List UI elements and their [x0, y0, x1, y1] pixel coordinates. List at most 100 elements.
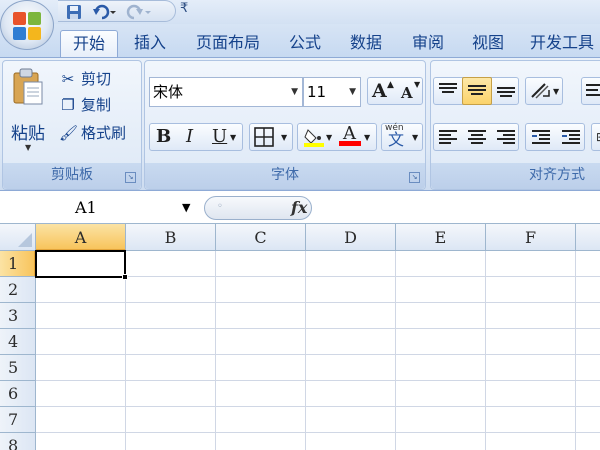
cell[interactable]	[216, 251, 306, 277]
align-right-button[interactable]	[492, 124, 520, 150]
cell[interactable]	[396, 355, 486, 381]
cell[interactable]	[306, 407, 396, 433]
increase-indent-button[interactable]	[556, 124, 586, 150]
cell[interactable]	[216, 381, 306, 407]
cell[interactable]	[36, 355, 126, 381]
column-header[interactable]: D	[306, 224, 396, 251]
cell[interactable]	[576, 329, 600, 355]
cell[interactable]	[126, 277, 216, 303]
cell[interactable]	[126, 251, 216, 277]
cell[interactable]	[36, 303, 126, 329]
column-header[interactable]: E	[396, 224, 486, 251]
cell[interactable]	[486, 277, 576, 303]
cell[interactable]	[486, 303, 576, 329]
align-left-button[interactable]	[434, 124, 462, 150]
cell[interactable]	[216, 303, 306, 329]
row-header[interactable]: 3	[0, 303, 36, 329]
cell[interactable]	[126, 381, 216, 407]
cell[interactable]	[216, 277, 306, 303]
customize-icon[interactable]: ₹	[180, 1, 188, 16]
cell[interactable]	[36, 433, 126, 450]
fill-handle[interactable]	[122, 274, 128, 280]
cell[interactable]	[36, 407, 126, 433]
decrease-indent-button[interactable]	[526, 124, 556, 150]
cell[interactable]	[126, 433, 216, 450]
bold-button[interactable]: B	[156, 124, 171, 150]
italic-button[interactable]: I	[186, 124, 193, 150]
cell[interactable]	[36, 329, 126, 355]
cell[interactable]	[306, 251, 396, 277]
row-header[interactable]: 6	[0, 381, 36, 407]
tab-insert[interactable]: 插入	[126, 30, 174, 58]
merge-center-button[interactable]: ⊟	[591, 123, 600, 151]
cell[interactable]	[126, 355, 216, 381]
copy-button[interactable]: ❐ 复制	[59, 93, 111, 117]
cell[interactable]	[576, 381, 600, 407]
cell[interactable]	[306, 329, 396, 355]
redo-icon[interactable]	[124, 2, 154, 21]
fill-color-button[interactable]	[302, 126, 326, 150]
orientation-button[interactable]: ▼	[525, 77, 563, 105]
wrap-text-button[interactable]	[581, 77, 600, 105]
chevron-down-icon[interactable]: ▼	[182, 201, 190, 214]
phonetic-guide-button[interactable]: wén 文 ▼	[381, 123, 423, 151]
column-header[interactable]: F	[486, 224, 576, 251]
cell[interactable]	[486, 251, 576, 277]
insert-function-button[interactable]: fx	[291, 198, 307, 217]
font-color-button[interactable]: A	[338, 123, 362, 150]
chevron-down-icon[interactable]: ▼	[291, 78, 298, 106]
cell[interactable]	[306, 433, 396, 450]
cell[interactable]	[36, 277, 126, 303]
dialog-launcher-icon[interactable]: ↘	[409, 172, 420, 183]
underline-button[interactable]: U	[212, 124, 227, 150]
cell[interactable]	[126, 329, 216, 355]
row-header[interactable]: 2	[0, 277, 36, 303]
cell[interactable]	[396, 407, 486, 433]
font-size-combo[interactable]: 11 ▼	[303, 77, 361, 107]
office-button[interactable]	[0, 0, 54, 50]
save-icon[interactable]	[64, 2, 84, 21]
cell[interactable]	[216, 355, 306, 381]
cell[interactable]	[36, 381, 126, 407]
cell[interactable]	[576, 303, 600, 329]
tab-view[interactable]: 视图	[462, 30, 514, 58]
cell[interactable]	[396, 381, 486, 407]
tab-developer[interactable]: 开发工具	[524, 30, 600, 58]
tab-home[interactable]: 开始	[60, 30, 118, 58]
cell[interactable]	[306, 303, 396, 329]
cell[interactable]	[486, 329, 576, 355]
fill-color-dropdown-icon[interactable]: ▼	[326, 125, 332, 151]
align-center-button[interactable]	[463, 124, 491, 150]
select-all-button[interactable]	[0, 224, 36, 251]
cell[interactable]	[576, 277, 600, 303]
column-header[interactable]	[576, 224, 600, 251]
cell[interactable]	[576, 355, 600, 381]
cell[interactable]	[216, 407, 306, 433]
align-top-button[interactable]	[434, 78, 462, 104]
undo-icon[interactable]	[90, 2, 120, 21]
cell[interactable]	[216, 329, 306, 355]
tab-review[interactable]: 审阅	[402, 30, 454, 58]
cell[interactable]	[396, 329, 486, 355]
borders-button[interactable]: ▼	[249, 123, 293, 151]
cell[interactable]	[126, 407, 216, 433]
align-middle-button[interactable]	[462, 77, 492, 105]
cut-button[interactable]: ✂ 剪切	[59, 67, 111, 91]
font-color-dropdown-icon[interactable]: ▼	[364, 125, 370, 151]
column-header[interactable]: B	[126, 224, 216, 251]
cell[interactable]	[306, 355, 396, 381]
shrink-font-button[interactable]: A	[401, 80, 413, 106]
chevron-down-icon[interactable]: ▼	[349, 78, 356, 106]
format-painter-button[interactable]: 🖌 格式刷	[59, 121, 126, 145]
tab-page-layout[interactable]: 页面布局	[186, 30, 270, 58]
cell[interactable]	[486, 355, 576, 381]
cell[interactable]	[306, 381, 396, 407]
formula-input[interactable]	[314, 194, 600, 222]
row-header[interactable]: 4	[0, 329, 36, 355]
cell[interactable]	[396, 433, 486, 450]
row-header[interactable]: 5	[0, 355, 36, 381]
cell[interactable]	[486, 381, 576, 407]
borders-dropdown-icon[interactable]: ▼	[281, 125, 287, 151]
cell[interactable]	[576, 251, 600, 277]
cell[interactable]	[396, 277, 486, 303]
